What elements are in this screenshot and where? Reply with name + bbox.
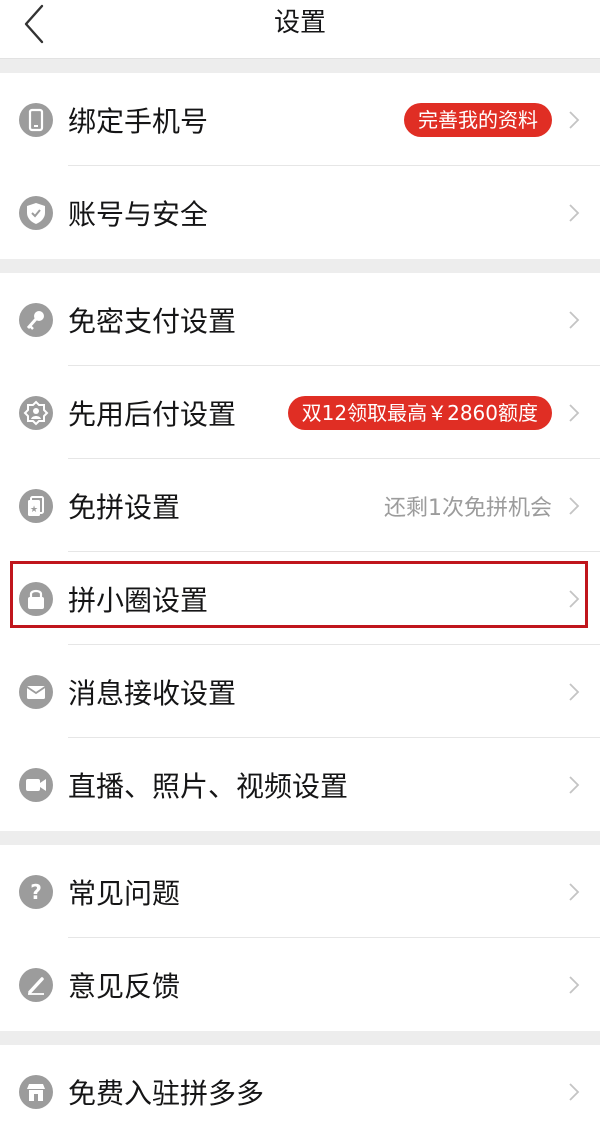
chevron-right-icon bbox=[569, 589, 580, 608]
pencil-icon bbox=[19, 967, 53, 1002]
row-label: 常见问题 bbox=[68, 876, 181, 910]
chevron-right-icon bbox=[569, 882, 580, 901]
settings-group-payment: 免密支付设置 先用后付设置 双12领取最高￥2860额度 ★ 免拼设置 还剩1次… bbox=[0, 273, 600, 831]
chevron-right-icon bbox=[569, 203, 580, 222]
row-label: 免密支付设置 bbox=[68, 304, 237, 338]
row-faq[interactable]: ? 常见问题 bbox=[0, 845, 600, 938]
chevron-right-icon bbox=[569, 310, 580, 329]
row-password-free-payment[interactable]: 免密支付设置 bbox=[0, 273, 600, 366]
svg-text:★: ★ bbox=[30, 505, 38, 515]
store-icon bbox=[19, 1074, 53, 1109]
page-title: 设置 bbox=[273, 8, 326, 38]
lock-icon bbox=[19, 581, 53, 616]
row-label: 绑定手机号 bbox=[68, 104, 209, 138]
row-bind-phone[interactable]: 绑定手机号 完善我的资料 bbox=[0, 73, 600, 166]
remaining-chances-hint: 还剩1次免拼机会 bbox=[384, 495, 552, 521]
mail-icon bbox=[19, 674, 53, 709]
row-pinxiaoquan-settings[interactable]: 拼小圈设置 bbox=[0, 552, 600, 645]
promo-badge[interactable]: 双12领取最高￥2860额度 bbox=[287, 395, 552, 430]
row-label: 先用后付设置 bbox=[68, 397, 237, 431]
chevron-right-icon bbox=[569, 1082, 580, 1101]
row-live-photo-video-settings[interactable]: 直播、照片、视频设置 bbox=[0, 738, 600, 831]
row-feedback[interactable]: 意见反馈 bbox=[0, 938, 600, 1031]
settings-group-account: 绑定手机号 完善我的资料 账号与安全 bbox=[0, 73, 600, 259]
row-pay-later[interactable]: 先用后付设置 双12领取最高￥2860额度 bbox=[0, 366, 600, 459]
row-label: 意见反馈 bbox=[68, 969, 181, 1003]
chevron-right-icon bbox=[569, 975, 580, 994]
row-label: 消息接收设置 bbox=[68, 676, 237, 710]
chevron-right-icon bbox=[569, 496, 580, 515]
chevron-right-icon bbox=[569, 682, 580, 701]
row-label: 直播、照片、视频设置 bbox=[68, 769, 349, 803]
row-label: 免拼设置 bbox=[68, 490, 181, 524]
complete-profile-badge[interactable]: 完善我的资料 bbox=[404, 102, 552, 137]
shield-icon bbox=[19, 195, 53, 230]
chevron-right-icon bbox=[569, 110, 580, 129]
phone-icon bbox=[19, 102, 53, 137]
question-icon: ? bbox=[19, 874, 53, 909]
settings-group-merchant: 免费入驻拼多多 bbox=[0, 1045, 600, 1130]
video-icon bbox=[19, 767, 53, 802]
row-free-group-buy[interactable]: ★ 免拼设置 还剩1次免拼机会 bbox=[0, 459, 600, 552]
badge-icon bbox=[19, 395, 53, 430]
row-label: 拼小圈设置 bbox=[68, 583, 209, 617]
key-icon bbox=[19, 302, 53, 337]
chevron-right-icon bbox=[569, 403, 580, 422]
row-account-security[interactable]: 账号与安全 bbox=[0, 166, 600, 259]
row-merchant-join[interactable]: 免费入驻拼多多 bbox=[0, 1045, 600, 1130]
card-star-icon: ★ bbox=[19, 488, 53, 523]
row-message-settings[interactable]: 消息接收设置 bbox=[0, 645, 600, 738]
row-label: 账号与安全 bbox=[68, 197, 209, 231]
header-bar: 设置 bbox=[0, 0, 600, 59]
chevron-right-icon bbox=[569, 775, 580, 794]
row-label: 免费入驻拼多多 bbox=[68, 1076, 265, 1110]
settings-group-help: ? 常见问题 意见反馈 bbox=[0, 845, 600, 1031]
svg-text:?: ? bbox=[30, 880, 42, 904]
